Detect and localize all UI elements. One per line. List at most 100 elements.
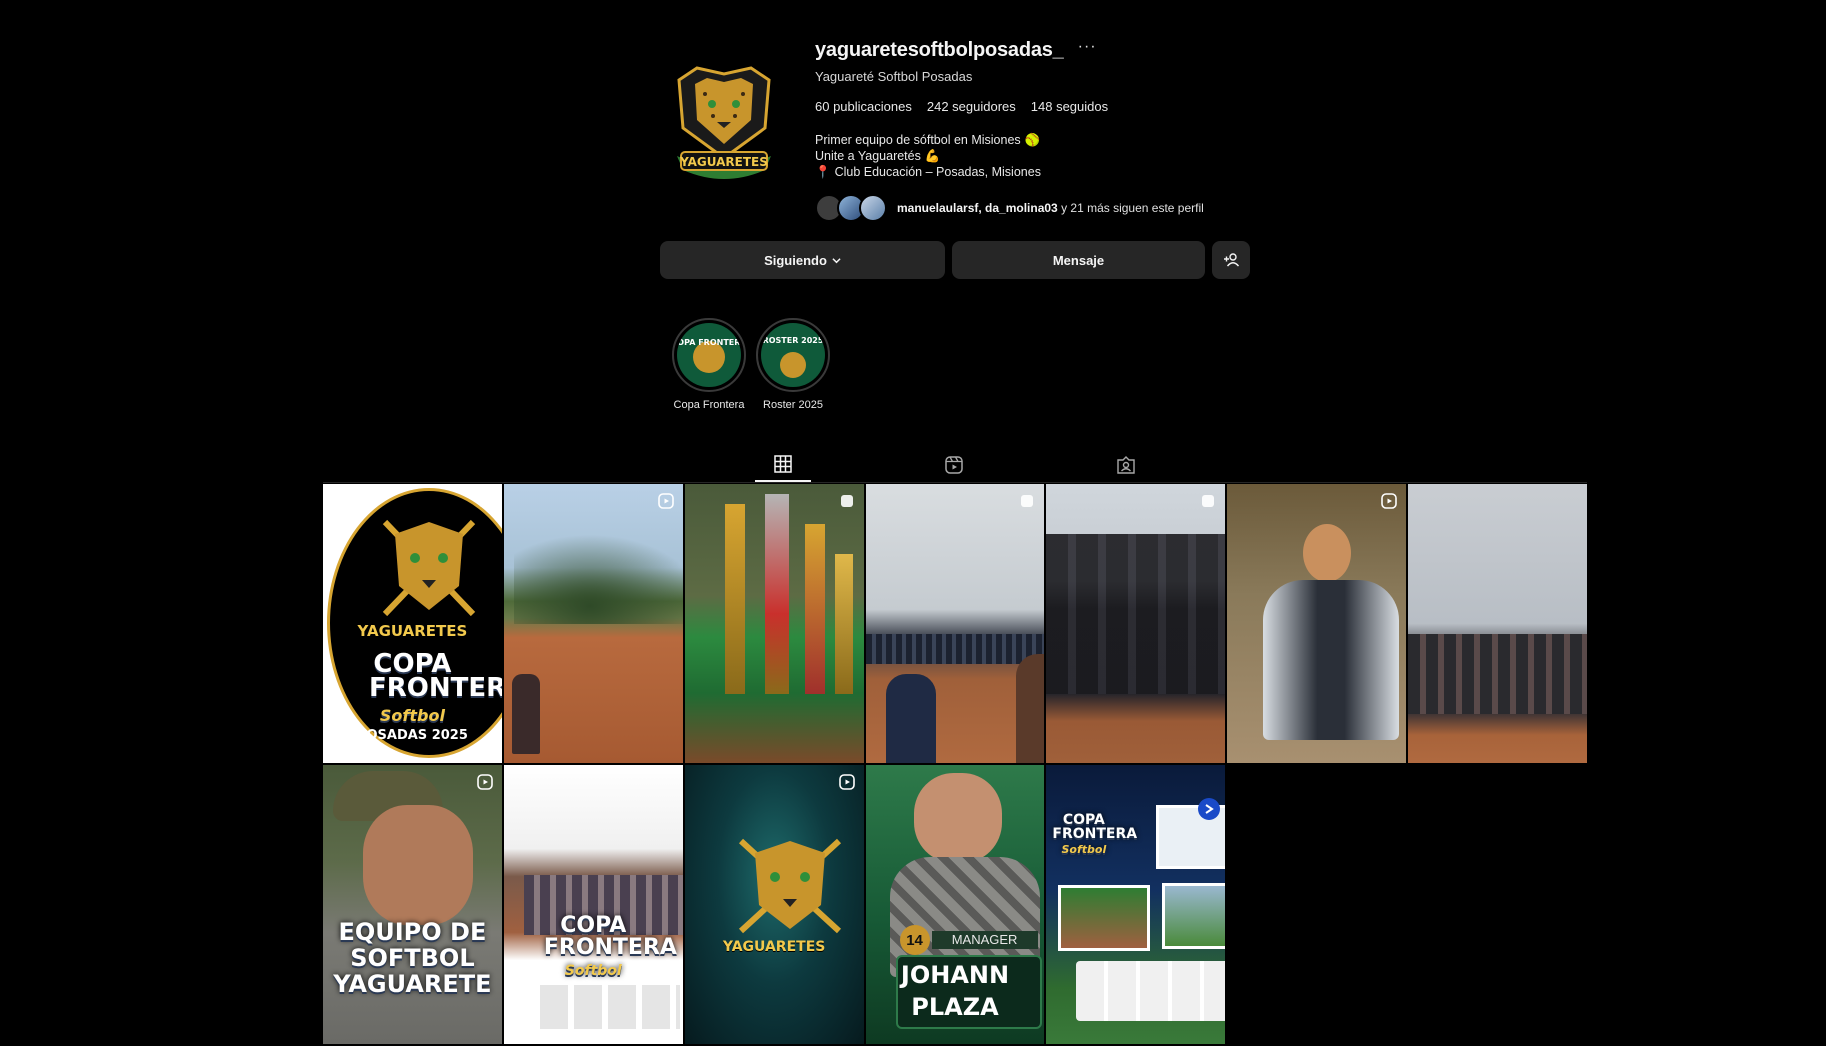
- followed-by[interactable]: manuelaularsf, da_molina03 y 21 más sigu…: [815, 194, 1235, 222]
- pinned-icon: [478, 495, 491, 507]
- posts-count: 60 publicaciones: [815, 99, 912, 114]
- post-tile[interactable]: [684, 484, 864, 763]
- reel-icon: [838, 774, 855, 790]
- post-subtitle: Softbol: [379, 706, 445, 725]
- player-head: [363, 805, 473, 925]
- manager-head: [913, 773, 1002, 863]
- followed-by-names[interactable]: manuelaularsf, da_molina03: [897, 201, 1058, 215]
- grid-icon: [774, 455, 792, 473]
- collage-photo: [1162, 883, 1226, 949]
- post-footer: POSADAS 2025: [356, 728, 468, 743]
- followers-count[interactable]: 242 seguidores: [927, 99, 1016, 114]
- sponsor-logos: [539, 985, 680, 1029]
- trophy: [724, 504, 745, 694]
- post-tile[interactable]: 14 MANAGER JOHANN PLAZA: [865, 765, 1045, 1044]
- post-tile[interactable]: EQUIPO DE SOFTBOL YAGUARETE: [323, 765, 502, 1044]
- chest-protector: [1263, 580, 1400, 740]
- suggest-button[interactable]: [1212, 241, 1250, 279]
- manager-role: MANAGER: [931, 931, 1038, 949]
- highlight-cover-text: ROSTER 2025: [763, 336, 824, 345]
- bio-line-3: Club Educación – Posadas, Misiones: [834, 165, 1041, 179]
- following-label: Siguiendo: [764, 252, 827, 268]
- person-add-icon: [1224, 253, 1239, 267]
- profile-stats: 60 publicaciones 242 seguidores 148 segu…: [815, 99, 1235, 114]
- collage-photo: [1058, 885, 1151, 951]
- message-label: Mensaje: [1052, 252, 1105, 268]
- tagged-icon: [1117, 456, 1135, 474]
- post-tile[interactable]: [865, 484, 1045, 763]
- post-tile[interactable]: [1408, 484, 1587, 763]
- muscle-icon: 💪: [924, 149, 941, 163]
- follower-avatars: [815, 194, 893, 222]
- reel-icon: [477, 774, 493, 790]
- bio: Primer equipo de sóftbol en Misiones 🥎 Un…: [815, 132, 1235, 180]
- trophy: [834, 554, 853, 694]
- team-players: [1046, 534, 1226, 694]
- post-caption-text: EQUIPO DE SOFTBOL YAGUARETE: [333, 918, 492, 998]
- post-subtitle: Softbol: [564, 963, 622, 979]
- tab-reels[interactable]: [926, 448, 982, 482]
- pinned-icon: [840, 495, 853, 507]
- highlight-cover-icon: ROSTER 2025: [761, 323, 825, 387]
- tab-tagged[interactable]: [1098, 448, 1154, 482]
- player-head: [1303, 524, 1352, 582]
- highlight-copa-frontera[interactable]: COPA FRONTERA Copa Frontera: [670, 318, 748, 411]
- post-title: COPA FRONTERA: [369, 649, 502, 703]
- pinned-icon: [1021, 495, 1034, 507]
- highlight-cover-icon: COPA FRONTERA: [677, 323, 741, 387]
- trophy: [804, 524, 825, 694]
- team-players: [1408, 634, 1587, 714]
- post-tile[interactable]: [503, 484, 683, 763]
- manager-last-name: PLAZA: [911, 993, 999, 1021]
- highlight-label: Copa Frontera: [673, 399, 745, 411]
- highlight-roster-2025[interactable]: ROSTER 2025 Roster 2025: [754, 318, 832, 411]
- full-name: Yaguareté Softbol Posadas: [815, 69, 973, 84]
- follower-avatar: [859, 194, 887, 222]
- reel-icon: [1381, 493, 1397, 509]
- yaguaretes-logo-icon: YAGUARETES: [677, 66, 771, 179]
- profile-avatar[interactable]: YAGUARETES: [667, 60, 781, 190]
- post-tile[interactable]: YAGUARETES: [684, 765, 864, 1044]
- crowd: [865, 634, 1045, 664]
- pinned-icon: [1202, 495, 1215, 507]
- post-subtitle: Softbol: [1061, 843, 1107, 856]
- following-count[interactable]: 148 seguidos: [1031, 99, 1108, 114]
- chevron-down-icon: [832, 257, 841, 263]
- post-tile[interactable]: [1227, 484, 1407, 763]
- post-team-name: YAGUARETES: [357, 622, 468, 640]
- batter: [511, 674, 540, 754]
- bio-line-1: Primer equipo de sóftbol en Misiones: [815, 133, 1021, 147]
- username: yaguaretesoftbolposadas_: [815, 38, 1064, 61]
- person: [1015, 654, 1045, 763]
- followed-by-rest: y 21 más siguen este perfil: [1057, 201, 1204, 215]
- post-title: COPA FRONTERA: [1052, 812, 1138, 842]
- ellipsis-icon[interactable]: ···: [1078, 39, 1097, 55]
- post-tile[interactable]: YAGUARETES COPA FRONTERA Softbol POSADAS…: [323, 484, 502, 763]
- message-button[interactable]: Mensaje: [952, 241, 1205, 279]
- tabs-divider: [323, 482, 1587, 483]
- highlight-cover-text: COPA FRONTERA: [677, 338, 741, 347]
- softball-icon: 🥎: [1024, 133, 1041, 147]
- highlight-label: Roster 2025: [763, 399, 823, 411]
- trees: [513, 534, 683, 624]
- post-tile[interactable]: COPA FRONTERA Softbol: [503, 765, 683, 1044]
- post-team-name: YAGUARETES: [722, 939, 826, 955]
- posts-grid: YAGUARETES COPA FRONTERA Softbol POSADAS…: [323, 484, 1587, 1044]
- svg-text:YAGUARETES: YAGUARETES: [679, 155, 768, 169]
- following-button[interactable]: Siguiendo: [660, 241, 945, 279]
- location-pin-icon: 📍: [815, 165, 831, 179]
- post-tile[interactable]: COPA FRONTERA Softbol: [1046, 765, 1226, 1044]
- reel-icon: [657, 493, 674, 509]
- tab-posts[interactable]: [755, 448, 811, 482]
- manager-first-name: JOHANN: [900, 961, 1010, 989]
- carousel-icon: [1198, 798, 1221, 820]
- bio-line-2: Unite a Yaguaretés: [815, 149, 921, 163]
- jaguar-head-icon: [738, 838, 841, 934]
- jersey-number: 14: [899, 925, 930, 955]
- post-title: COPA FRONTERA: [543, 913, 677, 960]
- jaguar-head-icon: [382, 519, 476, 617]
- post-tile[interactable]: [1046, 484, 1226, 763]
- trophy: [764, 494, 789, 694]
- reels-icon: [945, 456, 963, 474]
- person: [885, 674, 936, 763]
